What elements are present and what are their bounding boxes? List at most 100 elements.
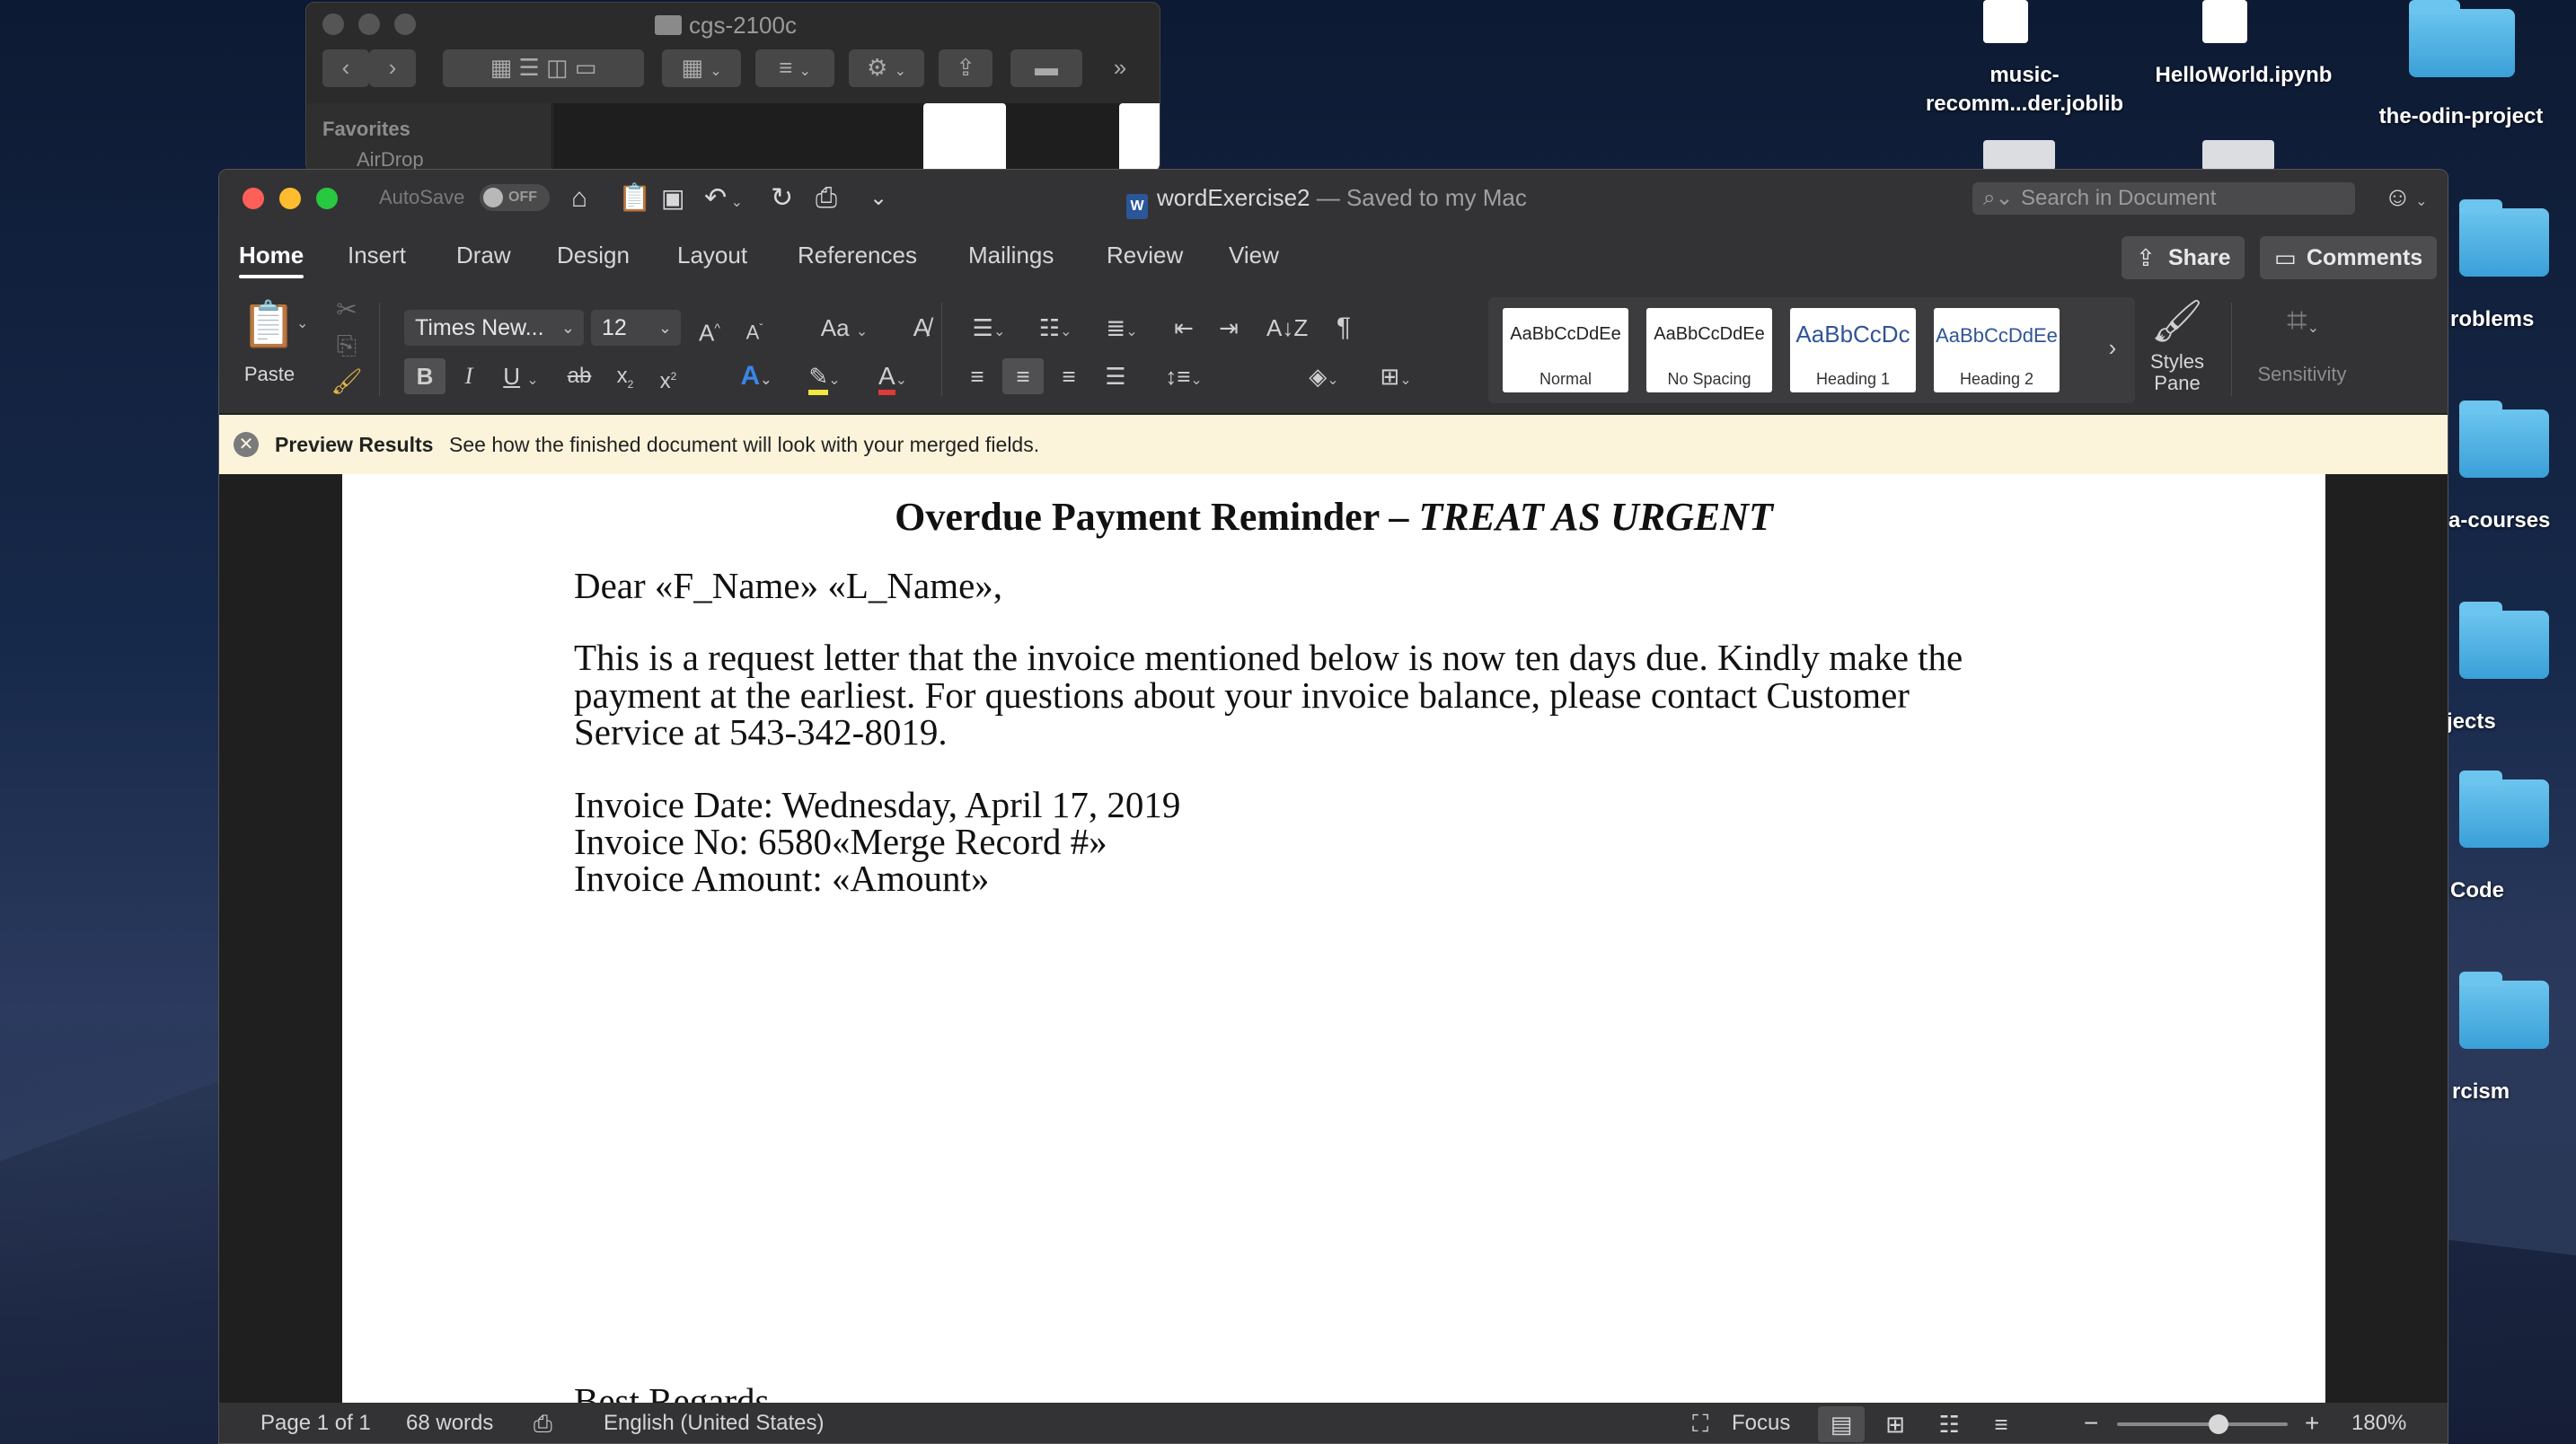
file-thumbnail[interactable] xyxy=(1119,103,1160,172)
zoom-button[interactable] xyxy=(316,188,338,209)
increase-indent-icon[interactable]: ⇥ xyxy=(1211,310,1247,346)
tab-mailings[interactable]: Mailings xyxy=(968,242,1054,269)
tab-design[interactable]: Design xyxy=(557,242,630,269)
sort-icon[interactable]: A↓Z xyxy=(1266,310,1308,346)
customize-toolbar-icon[interactable]: ⌄ xyxy=(869,182,887,215)
invoice-amount-line[interactable]: Invoice Amount: «Amount» xyxy=(574,857,989,900)
line-spacing-icon[interactable]: ↕≡⌄ xyxy=(1153,358,1214,399)
font-color-icon[interactable]: A⌄ xyxy=(864,358,922,399)
underline-button[interactable]: U ⌄ xyxy=(492,358,550,399)
word-window[interactable]: AutoSave OFF ⌂ 📋 ▣ ↶ ⌄ ↻ ⎙ ⌄ WwordExerci… xyxy=(218,169,2448,1444)
file-thumbnail[interactable] xyxy=(923,103,1006,172)
decrease-indent-icon[interactable]: ⇤ xyxy=(1166,310,1202,346)
font-size-select[interactable]: 12 ⌄ xyxy=(591,310,681,346)
align-center-icon[interactable]: ≡ xyxy=(1002,358,1044,394)
share-icon[interactable]: ⇪ xyxy=(939,49,992,87)
strikethrough-button[interactable]: ab xyxy=(559,358,600,394)
print-layout-view-button[interactable]: ▤ xyxy=(1818,1406,1865,1442)
word-titlebar[interactable]: AutoSave OFF ⌂ 📋 ▣ ↶ ⌄ ↻ ⎙ ⌄ WwordExerci… xyxy=(219,170,2448,227)
folder-icon[interactable] xyxy=(2409,0,2515,77)
file-icon[interactable] xyxy=(1983,140,2055,171)
align-left-icon[interactable]: ≡ xyxy=(957,358,997,394)
style-heading-1[interactable]: AaBbCcDc Heading 1 xyxy=(1790,308,1916,392)
draft-view-button[interactable]: ≡ xyxy=(1978,1406,2025,1442)
font-name-select[interactable]: Times New... ⌄ xyxy=(404,310,584,346)
desktop-icon-helloworld[interactable]: HelloWorld.ipynb xyxy=(2136,61,2351,90)
style-normal[interactable]: AaBbCcDdEe Normal xyxy=(1503,308,1628,392)
share-button[interactable]: ⇪ Share xyxy=(2122,236,2245,279)
style-no-spacing[interactable]: AaBbCcDdEe No Spacing xyxy=(1646,308,1772,392)
clipboard-icon[interactable]: 📋 xyxy=(618,182,651,215)
web-layout-view-button[interactable]: ⊞ xyxy=(1872,1406,1919,1442)
grow-font-icon[interactable]: A^ xyxy=(692,310,728,351)
desktop-icon-joblib[interactable]: music- recomm...der.joblib xyxy=(1917,61,2132,119)
body-paragraph-line[interactable]: This is a request letter that the invoic… xyxy=(574,636,1963,679)
gear-icon[interactable]: ⚙ ⌄ xyxy=(849,49,924,87)
justify-icon[interactable]: ☰ xyxy=(1096,358,1135,394)
feedback-smiley-icon[interactable]: ☺ ⌄ xyxy=(2384,182,2428,213)
finder-window[interactable]: cgs-2100c ‹ › ▦ ☰ ◫ ▭ ▦ ⌄ ≡ ⌄ ⚙ ⌄ ⇪ ▬ » … xyxy=(305,2,1160,172)
tab-references[interactable]: References xyxy=(798,242,917,269)
back-button[interactable]: ‹ xyxy=(322,49,369,87)
forward-button[interactable]: › xyxy=(369,49,416,87)
group-button[interactable]: ▦ ⌄ xyxy=(662,49,741,87)
zoom-button[interactable] xyxy=(394,13,416,35)
pilcrow-icon[interactable]: ¶ xyxy=(1326,310,1362,346)
outline-view-button[interactable]: ☷ xyxy=(1926,1406,1972,1442)
folder-icon[interactable] xyxy=(2459,401,2549,478)
shrink-font-icon[interactable]: Aˇ xyxy=(737,310,772,350)
word-count[interactable]: 68 words xyxy=(406,1403,493,1443)
tab-view[interactable]: View xyxy=(1229,242,1279,269)
print-icon[interactable]: ⎙ xyxy=(816,182,837,215)
redo-icon[interactable]: ↻ xyxy=(771,182,793,215)
tab-home[interactable]: Home xyxy=(239,242,304,278)
folder-icon[interactable] xyxy=(2459,602,2549,679)
format-painter-icon[interactable]: 🖌 xyxy=(331,364,363,400)
finder-titlebar[interactable]: cgs-2100c xyxy=(306,3,1160,49)
copy-icon[interactable]: ⎘ xyxy=(331,328,363,364)
sensitivity-icon[interactable]: ⌗⌄ xyxy=(2249,294,2357,348)
zoom-slider-handle[interactable] xyxy=(2209,1414,2228,1434)
undo-icon[interactable]: ↶ ⌄ xyxy=(704,182,743,219)
italic-button[interactable]: I xyxy=(451,358,487,394)
tab-insert[interactable]: Insert xyxy=(348,242,406,269)
folder-icon[interactable] xyxy=(2459,199,2549,277)
document-heading[interactable]: Overdue Payment Reminder – TREAT AS URGE… xyxy=(342,494,2325,540)
close-button[interactable] xyxy=(322,13,344,35)
change-case-icon[interactable]: Aa ⌄ xyxy=(808,310,880,350)
style-heading-2[interactable]: AaBbCcDdEe Heading 2 xyxy=(1934,308,2060,392)
shading-icon[interactable]: ◈⌄ xyxy=(1293,358,1354,399)
more-chevron-icon[interactable]: » xyxy=(1097,49,1143,87)
multilevel-list-icon[interactable]: ≣⌄ xyxy=(1090,310,1153,350)
sort-button[interactable]: ≡ ⌄ xyxy=(755,49,834,87)
numbering-icon[interactable]: ☷⌄ xyxy=(1024,310,1087,350)
save-icon[interactable]: ▣ xyxy=(661,182,684,215)
folder-icon[interactable] xyxy=(2459,972,2549,1049)
desktop-icon-odin[interactable]: the-odin-project xyxy=(2353,102,2569,131)
borders-icon[interactable]: ⊞⌄ xyxy=(1365,358,1426,399)
language[interactable]: English (United States) xyxy=(604,1403,824,1443)
bullets-icon[interactable]: ☰⌄ xyxy=(957,310,1020,350)
paste-chevron-icon[interactable]: ⌄ xyxy=(296,306,308,342)
paste-icon[interactable]: 📋 xyxy=(241,295,296,353)
close-icon[interactable]: ✕ xyxy=(234,432,259,457)
zoom-level[interactable]: 180% xyxy=(2351,1403,2406,1443)
zoom-out-button[interactable]: − xyxy=(2084,1403,2098,1443)
tag-icon[interactable]: ▬ xyxy=(1010,49,1082,87)
tab-review[interactable]: Review xyxy=(1107,242,1183,269)
tab-layout[interactable]: Layout xyxy=(677,242,747,269)
chevron-right-icon[interactable]: › xyxy=(2099,330,2126,365)
home-icon[interactable]: ⌂ xyxy=(571,182,587,215)
search-input[interactable]: ⌕⌄ Search in Document xyxy=(1972,182,2355,215)
zoom-in-button[interactable]: + xyxy=(2305,1403,2319,1443)
proofing-icon[interactable]: ⎙ xyxy=(534,1403,552,1443)
subscript-button[interactable]: x2 xyxy=(607,358,643,402)
body-paragraph-line[interactable]: Service at 543-342-8019. xyxy=(574,710,948,753)
comments-button[interactable]: ▭ Comments xyxy=(2260,236,2438,279)
styles-pane-icon[interactable]: 🖌 xyxy=(2138,294,2217,348)
tab-draw[interactable]: Draw xyxy=(456,242,511,269)
salutation[interactable]: Dear «F_Name» «L_Name», xyxy=(574,564,1002,607)
close-button[interactable] xyxy=(243,188,264,209)
zoom-slider[interactable] xyxy=(2117,1422,2288,1426)
file-icon[interactable] xyxy=(2202,140,2274,171)
